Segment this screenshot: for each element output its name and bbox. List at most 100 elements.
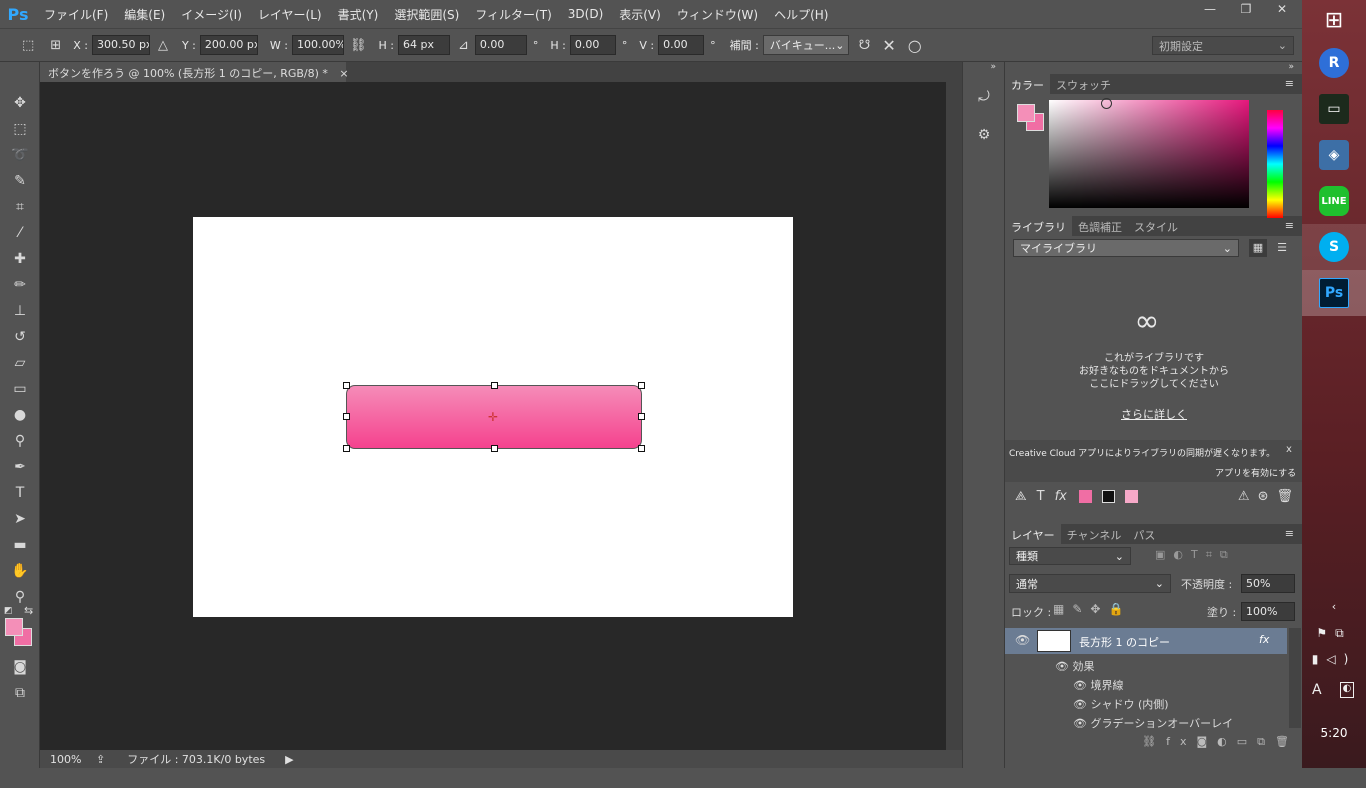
quick-mask-icon[interactable]: ◙ — [0, 654, 40, 680]
delta-icon[interactable]: △ — [158, 38, 168, 53]
default-colors-icon[interactable]: ◩ — [4, 606, 13, 616]
tray-network-icons[interactable]: ▮◁) — [1302, 652, 1366, 666]
menu-window[interactable]: ウィンドウ(W) — [669, 6, 766, 23]
swap-colors-icon[interactable]: ⇆ — [24, 604, 33, 617]
tools-grip[interactable] — [0, 62, 39, 90]
blend-mode-select[interactable]: 通常 ⌄ — [1009, 574, 1171, 593]
menu-select[interactable]: 選択範囲(S) — [386, 6, 467, 23]
stamp-tool-icon[interactable]: ⊥ — [0, 298, 40, 324]
canvas-area[interactable]: ✛ — [40, 82, 946, 750]
document-tab-close[interactable]: × — [339, 67, 348, 80]
interpolation-select[interactable]: バイキュー... ⌄ — [762, 35, 849, 55]
pen-tool-icon[interactable]: ✒ — [0, 454, 40, 480]
color-picker-circle[interactable] — [1101, 98, 1112, 109]
effect-row-stroke[interactable]: 👁 境界線 — [1073, 677, 1123, 693]
cc-sync-icon[interactable]: ⊛ — [1258, 489, 1269, 504]
type-tool-icon[interactable]: T — [0, 480, 40, 506]
layer-row-selected[interactable]: 👁 長方形 1 のコピー fx — [1005, 628, 1287, 654]
workspace-select[interactable]: 初期設定 ⌄ — [1152, 36, 1294, 55]
transform-handle-bottom-right[interactable] — [638, 445, 645, 452]
angle-field[interactable]: 0.00 — [474, 35, 527, 55]
library-swatch-2[interactable] — [1101, 489, 1115, 503]
screen-mode-icon[interactable]: ⧉ — [0, 680, 40, 706]
hskew-field[interactable]: 0.00 — [569, 35, 616, 55]
add-text-icon[interactable]: T — [1037, 489, 1045, 504]
windows-start-icon[interactable]: ⊞ — [1302, 0, 1366, 40]
effect-row-inner-shadow[interactable]: 👁 シャドウ (内側) — [1073, 696, 1169, 712]
list-view-icon[interactable]: ☰ — [1273, 239, 1291, 257]
ime-indicator[interactable]: A — [1312, 682, 1322, 698]
canvas-scrollbar[interactable] — [946, 82, 962, 750]
cc-notice-close[interactable]: x — [1286, 444, 1292, 455]
clock[interactable]: 5:20 — [1302, 726, 1366, 740]
transform-handle-bottom[interactable] — [491, 445, 498, 452]
color-field[interactable] — [1049, 98, 1249, 208]
history-panel-icon[interactable]: ⤾ — [963, 84, 1005, 110]
menu-layer[interactable]: レイヤー(L) — [250, 6, 330, 23]
warp-icon[interactable]: ☋ — [859, 38, 871, 53]
taskbar-app-r[interactable]: R — [1302, 40, 1366, 86]
add-graphic-icon[interactable]: ⟁ — [1015, 489, 1027, 504]
visibility-eye-icon[interactable]: 👁 — [1073, 717, 1090, 730]
transform-handle-left[interactable] — [343, 413, 350, 420]
layers-toolbar[interactable]: ⛓fx◙◐▭⧉🗑 — [1005, 732, 1303, 752]
tab-swatches[interactable]: スウォッチ — [1050, 74, 1117, 94]
hue-slider[interactable] — [1267, 110, 1283, 218]
visibility-eye-icon[interactable]: 👁 — [1015, 633, 1030, 647]
layer-fx-badge[interactable]: fx — [1259, 633, 1269, 646]
commit-transform-icon[interactable]: ○ — [908, 36, 922, 55]
transform-handle-top-left[interactable] — [343, 382, 350, 389]
ime-mode-icon[interactable]: ◐ — [1340, 682, 1354, 698]
document-canvas[interactable]: ✛ — [193, 217, 793, 617]
tab-libraries[interactable]: ライブラリ — [1005, 216, 1072, 236]
menu-view[interactable]: 表示(V) — [611, 6, 669, 23]
visibility-eye-icon[interactable]: 👁 — [1055, 660, 1072, 673]
layers-scrollbar[interactable] — [1289, 628, 1301, 728]
collapse-arrows-icon[interactable]: » — [963, 62, 1004, 76]
effect-row-gradient-overlay[interactable]: 👁 グラデーションオーバーレイ — [1073, 715, 1233, 731]
healing-brush-tool-icon[interactable]: ✚ — [0, 246, 40, 272]
tab-channels[interactable]: チャンネル — [1061, 524, 1128, 544]
path-select-tool-icon[interactable]: ➤ — [0, 506, 40, 532]
panel-menu-icon[interactable]: ≡ — [1277, 524, 1302, 544]
layer-thumbnail[interactable] — [1037, 630, 1071, 652]
w-field[interactable]: 100.00% — [291, 35, 344, 55]
trash-icon[interactable]: 🗑 — [1276, 489, 1293, 504]
dodge-tool-icon[interactable]: ⚲ — [0, 428, 40, 454]
transform-handle-right[interactable] — [638, 413, 645, 420]
menu-filter[interactable]: フィルター(T) — [467, 6, 559, 23]
layer-filter-icons[interactable]: ▣◐T⌗⧉ — [1155, 548, 1236, 562]
layer-filter-select[interactable]: 種類 ⌄ — [1009, 547, 1131, 565]
brush-tool-icon[interactable]: ✏ — [0, 272, 40, 298]
tab-styles[interactable]: スタイル — [1128, 216, 1184, 236]
close-window-button[interactable]: ✕ — [1264, 0, 1300, 18]
library-swatch-1[interactable] — [1078, 489, 1092, 503]
vskew-field[interactable]: 0.00 — [658, 35, 705, 55]
link-icon[interactable]: ⛓ — [350, 38, 367, 53]
hand-tool-icon[interactable]: ✋ — [0, 558, 40, 584]
properties-panel-icon[interactable]: ⚙ — [963, 122, 1005, 148]
library-swatch-3[interactable] — [1124, 489, 1138, 503]
transform-handle-bottom-left[interactable] — [343, 445, 350, 452]
transform-handle-top[interactable] — [491, 382, 498, 389]
layer-name[interactable]: 長方形 1 のコピー — [1079, 634, 1170, 650]
document-tab[interactable]: ボタンを作ろう @ 100% (長方形 1 のコピー, RGB/8) * × — [40, 62, 349, 82]
menu-type[interactable]: 書式(Y) — [330, 6, 387, 23]
status-menu-arrow-icon[interactable]: ▶ — [285, 753, 293, 766]
color-panel-fg-swatch[interactable] — [1017, 104, 1035, 122]
h-field[interactable]: 64 px — [397, 35, 450, 55]
share-icon[interactable]: ⇪ — [96, 753, 105, 766]
x-field[interactable]: 300.50 px — [91, 35, 150, 55]
transform-center-icon[interactable]: ✛ — [488, 410, 498, 424]
tab-adjustments[interactable]: 色調補正 — [1072, 216, 1128, 236]
taskbar-app-photoshop[interactable]: Ps — [1302, 270, 1366, 316]
menu-file[interactable]: ファイル(F) — [36, 6, 116, 23]
learn-more-link[interactable]: さらに詳しく — [1105, 406, 1203, 422]
shape-tool-icon[interactable]: ▬ — [0, 532, 40, 558]
ps-logo[interactable]: Ps — [0, 5, 36, 24]
panel-collapse-icon[interactable]: » — [1005, 62, 1302, 74]
enable-apps-link[interactable]: アプリを有効にする — [1215, 466, 1296, 479]
minimize-button[interactable]: — — [1192, 0, 1228, 18]
blur-tool-icon[interactable]: ● — [0, 402, 40, 428]
grid-view-icon[interactable]: ▦ — [1249, 239, 1267, 257]
